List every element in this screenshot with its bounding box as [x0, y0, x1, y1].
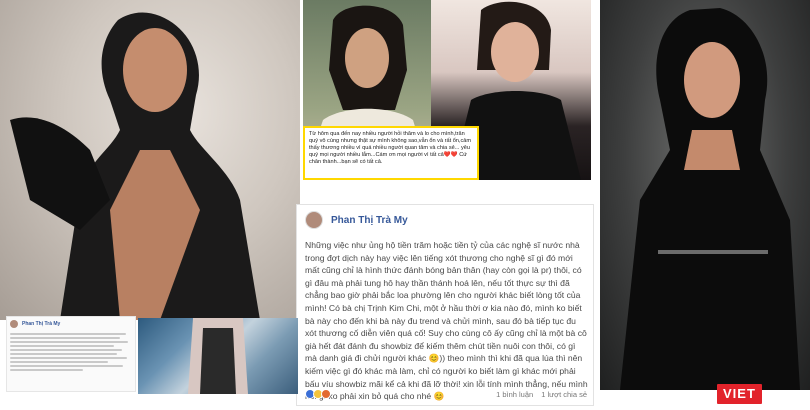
- woman-figure-left: [10, 12, 260, 320]
- portrait-photo-right: [600, 0, 810, 390]
- reaction-icons[interactable]: [305, 389, 331, 399]
- comment-count[interactable]: 1 bình luận: [496, 390, 533, 399]
- woman-figure-right: [620, 8, 800, 390]
- small-post-thumbnail: Phan Thị Trà My: [6, 316, 136, 392]
- facebook-caption: Từ hôm qua đến nay nhiều người hỏi thăm …: [303, 126, 479, 180]
- avatar[interactable]: [305, 211, 323, 229]
- share-count[interactable]: 1 lượt chia sẻ: [541, 390, 587, 399]
- outfit-figure: [188, 318, 248, 394]
- brand-badge: VIET: [717, 384, 762, 404]
- facebook-post: Phan Thị Trà My Những việc như ủng hộ ti…: [296, 204, 594, 406]
- post-footer: 1 bình luận 1 lượt chia sẻ: [305, 387, 587, 401]
- portrait-photo-left: [0, 0, 300, 320]
- angry-reaction-icon: [321, 389, 331, 399]
- small-post-text-lines: [7, 333, 135, 371]
- post-body: Những việc như ủng hộ tiền trăm hoặc tiề…: [305, 240, 588, 402]
- small-post-author: Phan Thị Trà My: [22, 321, 61, 327]
- caption-text: Từ hôm qua đến nay nhiều người hỏi thăm …: [309, 131, 472, 165]
- denim-outfit-photo: [138, 318, 298, 394]
- post-header: Phan Thị Trà My: [305, 211, 408, 229]
- post-author-name[interactable]: Phan Thị Trà My: [331, 215, 408, 226]
- small-avatar: [10, 320, 18, 328]
